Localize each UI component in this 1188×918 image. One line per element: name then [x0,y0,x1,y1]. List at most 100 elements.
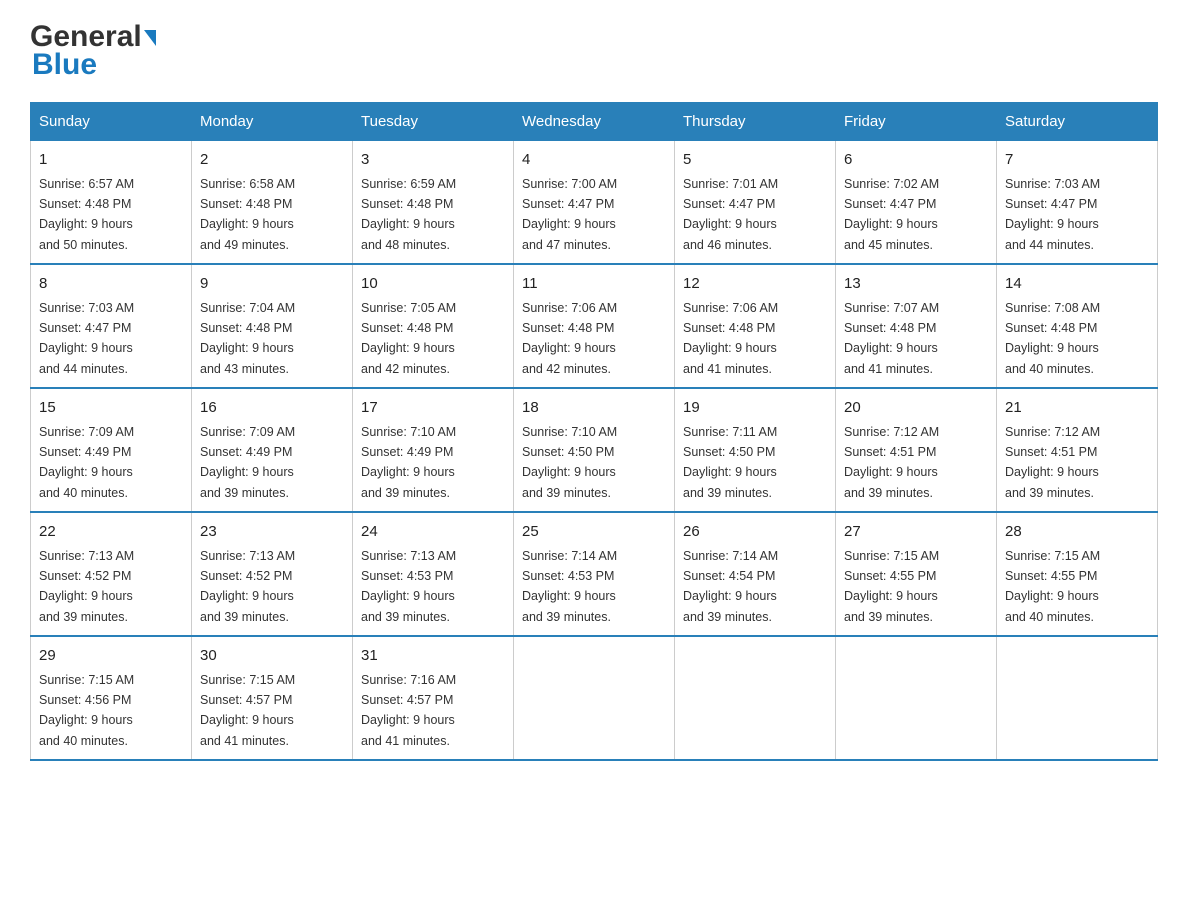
day-info: Sunrise: 7:02 AMSunset: 4:47 PMDaylight:… [844,177,939,252]
day-info: Sunrise: 6:59 AMSunset: 4:48 PMDaylight:… [361,177,456,252]
day-number: 7 [1005,149,1149,172]
day-info: Sunrise: 7:08 AMSunset: 4:48 PMDaylight:… [1005,301,1100,376]
calendar-cell [514,636,675,760]
col-header-sunday: Sunday [31,103,192,141]
logo-triangle-icon [144,30,156,46]
day-info: Sunrise: 7:13 AMSunset: 4:53 PMDaylight:… [361,549,456,624]
calendar-cell: 29 Sunrise: 7:15 AMSunset: 4:56 PMDaylig… [31,636,192,760]
calendar-cell: 5 Sunrise: 7:01 AMSunset: 4:47 PMDayligh… [675,141,836,265]
day-number: 9 [200,273,344,296]
col-header-wednesday: Wednesday [514,103,675,141]
calendar-cell: 6 Sunrise: 7:02 AMSunset: 4:47 PMDayligh… [836,141,997,265]
day-number: 10 [361,273,505,296]
calendar-cell: 7 Sunrise: 7:03 AMSunset: 4:47 PMDayligh… [997,141,1158,265]
calendar-cell: 20 Sunrise: 7:12 AMSunset: 4:51 PMDaylig… [836,388,997,512]
day-number: 15 [39,397,183,420]
day-info: Sunrise: 7:12 AMSunset: 4:51 PMDaylight:… [844,425,939,500]
col-header-saturday: Saturday [997,103,1158,141]
day-info: Sunrise: 7:15 AMSunset: 4:55 PMDaylight:… [1005,549,1100,624]
day-info: Sunrise: 7:05 AMSunset: 4:48 PMDaylight:… [361,301,456,376]
day-number: 27 [844,521,988,544]
day-info: Sunrise: 7:12 AMSunset: 4:51 PMDaylight:… [1005,425,1100,500]
day-info: Sunrise: 7:13 AMSunset: 4:52 PMDaylight:… [200,549,295,624]
day-number: 8 [39,273,183,296]
calendar-cell: 15 Sunrise: 7:09 AMSunset: 4:49 PMDaylig… [31,388,192,512]
col-header-monday: Monday [192,103,353,141]
day-info: Sunrise: 7:15 AMSunset: 4:56 PMDaylight:… [39,673,134,748]
calendar-cell: 23 Sunrise: 7:13 AMSunset: 4:52 PMDaylig… [192,512,353,636]
day-info: Sunrise: 7:13 AMSunset: 4:52 PMDaylight:… [39,549,134,624]
day-number: 17 [361,397,505,420]
logo: General Blue [30,20,156,82]
calendar-cell: 30 Sunrise: 7:15 AMSunset: 4:57 PMDaylig… [192,636,353,760]
day-number: 6 [844,149,988,172]
col-header-friday: Friday [836,103,997,141]
calendar-cell: 25 Sunrise: 7:14 AMSunset: 4:53 PMDaylig… [514,512,675,636]
day-info: Sunrise: 7:10 AMSunset: 4:49 PMDaylight:… [361,425,456,500]
day-number: 28 [1005,521,1149,544]
calendar-week-2: 8 Sunrise: 7:03 AMSunset: 4:47 PMDayligh… [31,264,1158,388]
calendar-cell: 16 Sunrise: 7:09 AMSunset: 4:49 PMDaylig… [192,388,353,512]
calendar-table: SundayMondayTuesdayWednesdayThursdayFrid… [30,102,1158,761]
calendar-week-5: 29 Sunrise: 7:15 AMSunset: 4:56 PMDaylig… [31,636,1158,760]
day-number: 14 [1005,273,1149,296]
calendar-cell: 28 Sunrise: 7:15 AMSunset: 4:55 PMDaylig… [997,512,1158,636]
calendar-cell: 3 Sunrise: 6:59 AMSunset: 4:48 PMDayligh… [353,141,514,265]
calendar-cell: 14 Sunrise: 7:08 AMSunset: 4:48 PMDaylig… [997,264,1158,388]
day-number: 20 [844,397,988,420]
day-number: 31 [361,645,505,668]
day-info: Sunrise: 7:14 AMSunset: 4:54 PMDaylight:… [683,549,778,624]
calendar-cell [675,636,836,760]
day-number: 5 [683,149,827,172]
calendar-week-3: 15 Sunrise: 7:09 AMSunset: 4:49 PMDaylig… [31,388,1158,512]
day-number: 12 [683,273,827,296]
day-info: Sunrise: 7:15 AMSunset: 4:57 PMDaylight:… [200,673,295,748]
calendar-cell [997,636,1158,760]
day-number: 13 [844,273,988,296]
day-number: 29 [39,645,183,668]
calendar-cell: 31 Sunrise: 7:16 AMSunset: 4:57 PMDaylig… [353,636,514,760]
day-info: Sunrise: 7:07 AMSunset: 4:48 PMDaylight:… [844,301,939,376]
day-number: 3 [361,149,505,172]
day-info: Sunrise: 7:06 AMSunset: 4:48 PMDaylight:… [683,301,778,376]
calendar-cell: 27 Sunrise: 7:15 AMSunset: 4:55 PMDaylig… [836,512,997,636]
day-info: Sunrise: 7:16 AMSunset: 4:57 PMDaylight:… [361,673,456,748]
calendar-cell: 18 Sunrise: 7:10 AMSunset: 4:50 PMDaylig… [514,388,675,512]
calendar-cell: 2 Sunrise: 6:58 AMSunset: 4:48 PMDayligh… [192,141,353,265]
day-number: 2 [200,149,344,172]
day-info: Sunrise: 7:09 AMSunset: 4:49 PMDaylight:… [200,425,295,500]
logo-blue-text: Blue [30,48,156,82]
calendar-cell: 1 Sunrise: 6:57 AMSunset: 4:48 PMDayligh… [31,141,192,265]
calendar-cell: 13 Sunrise: 7:07 AMSunset: 4:48 PMDaylig… [836,264,997,388]
calendar-cell: 26 Sunrise: 7:14 AMSunset: 4:54 PMDaylig… [675,512,836,636]
day-info: Sunrise: 7:04 AMSunset: 4:48 PMDaylight:… [200,301,295,376]
day-info: Sunrise: 7:09 AMSunset: 4:49 PMDaylight:… [39,425,134,500]
calendar-cell: 19 Sunrise: 7:11 AMSunset: 4:50 PMDaylig… [675,388,836,512]
col-header-thursday: Thursday [675,103,836,141]
day-info: Sunrise: 7:06 AMSunset: 4:48 PMDaylight:… [522,301,617,376]
day-number: 25 [522,521,666,544]
day-info: Sunrise: 6:57 AMSunset: 4:48 PMDaylight:… [39,177,134,252]
day-number: 23 [200,521,344,544]
day-number: 11 [522,273,666,296]
day-number: 1 [39,149,183,172]
calendar-cell: 24 Sunrise: 7:13 AMSunset: 4:53 PMDaylig… [353,512,514,636]
calendar-cell: 9 Sunrise: 7:04 AMSunset: 4:48 PMDayligh… [192,264,353,388]
calendar-cell: 12 Sunrise: 7:06 AMSunset: 4:48 PMDaylig… [675,264,836,388]
day-info: Sunrise: 7:11 AMSunset: 4:50 PMDaylight:… [683,425,777,500]
calendar-week-1: 1 Sunrise: 6:57 AMSunset: 4:48 PMDayligh… [31,141,1158,265]
day-number: 19 [683,397,827,420]
calendar-cell: 4 Sunrise: 7:00 AMSunset: 4:47 PMDayligh… [514,141,675,265]
col-header-tuesday: Tuesday [353,103,514,141]
page-header: General Blue [30,20,1158,82]
header-row: SundayMondayTuesdayWednesdayThursdayFrid… [31,103,1158,141]
day-number: 21 [1005,397,1149,420]
day-info: Sunrise: 7:03 AMSunset: 4:47 PMDaylight:… [39,301,134,376]
day-info: Sunrise: 7:00 AMSunset: 4:47 PMDaylight:… [522,177,617,252]
day-info: Sunrise: 6:58 AMSunset: 4:48 PMDaylight:… [200,177,295,252]
calendar-week-4: 22 Sunrise: 7:13 AMSunset: 4:52 PMDaylig… [31,512,1158,636]
day-number: 4 [522,149,666,172]
calendar-cell: 11 Sunrise: 7:06 AMSunset: 4:48 PMDaylig… [514,264,675,388]
day-number: 18 [522,397,666,420]
calendar-cell [836,636,997,760]
